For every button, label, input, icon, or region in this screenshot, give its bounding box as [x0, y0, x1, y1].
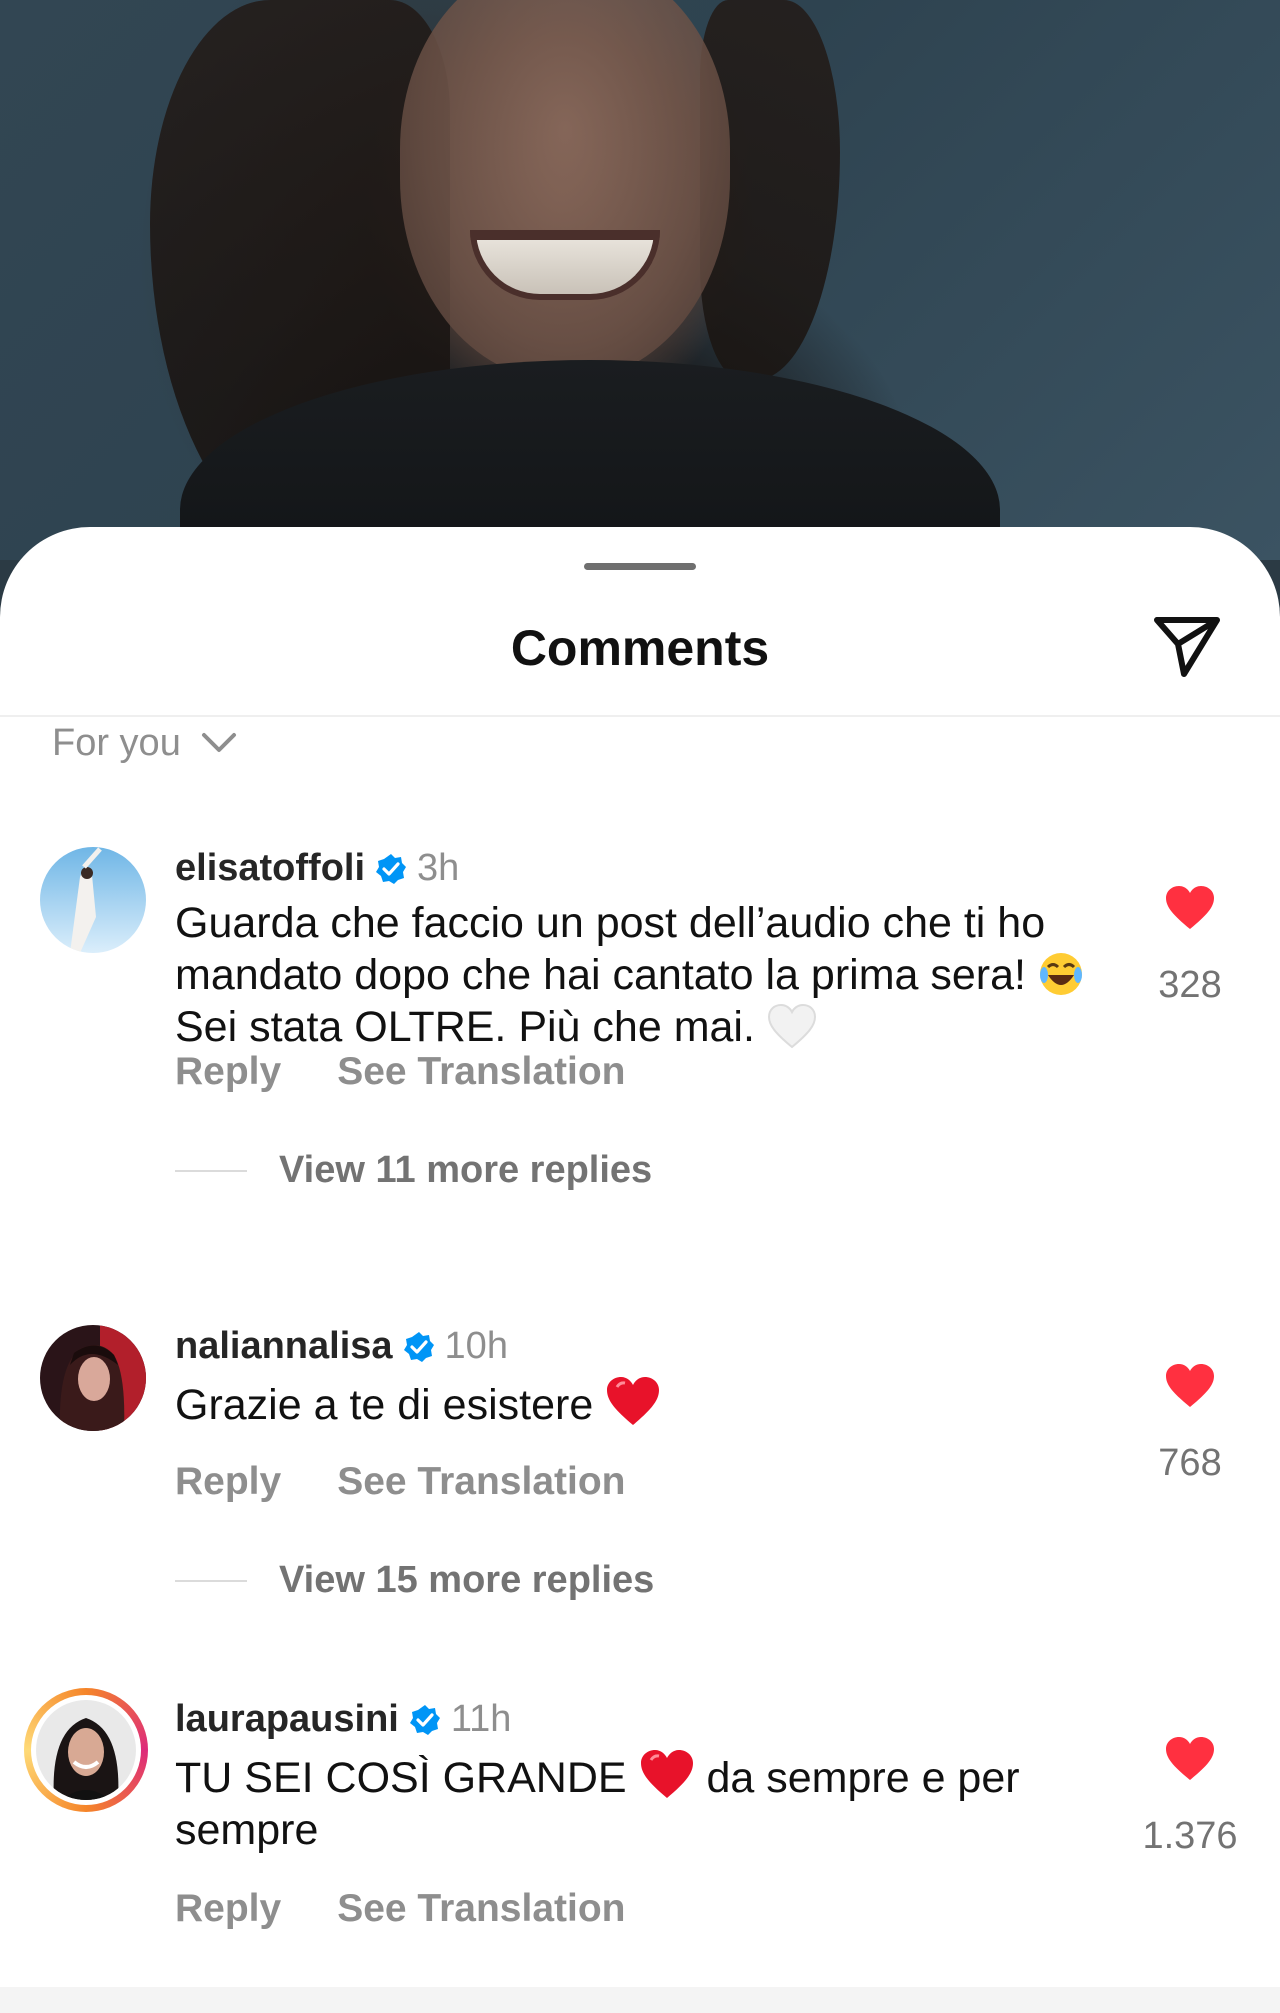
- like-button[interactable]: 1.376: [1130, 1736, 1250, 1858]
- post-photo: [0, 0, 1280, 560]
- red-heart-emoji-icon: [607, 1377, 660, 1425]
- bottom-bar: [0, 1987, 1280, 2013]
- sheet-title: Comments: [510, 620, 770, 676]
- replies-line: [175, 1169, 247, 1172]
- see-translation-button[interactable]: See Translation: [337, 1460, 625, 1504]
- chevron-down-icon: [201, 733, 236, 752]
- comment-username[interactable]: elisatoffoli: [175, 847, 365, 890]
- reply-button[interactable]: Reply: [175, 1050, 281, 1094]
- comment-time: 10h: [444, 1325, 508, 1367]
- comment-time: 11h: [450, 1698, 512, 1740]
- sort-label: For you: [52, 721, 181, 764]
- heart-filled-icon: [1166, 886, 1214, 929]
- like-count: 328: [1158, 964, 1222, 1006]
- red-heart-emoji-icon: [640, 1750, 693, 1798]
- like-count: 1.376: [1142, 1815, 1238, 1857]
- reply-button[interactable]: Reply: [175, 1887, 281, 1931]
- verified-badge-icon: [409, 1704, 440, 1735]
- white-heart-emoji-icon: [767, 1003, 816, 1049]
- verified-badge-icon: [376, 853, 407, 884]
- sort-dropdown[interactable]: For you: [52, 713, 237, 773]
- see-translation-button[interactable]: See Translation: [337, 1887, 625, 1931]
- avatar[interactable]: [40, 1325, 146, 1431]
- reply-button[interactable]: Reply: [175, 1460, 281, 1504]
- comment-text: Guarda che faccio un post dell’audio che…: [175, 897, 1085, 1053]
- share-button[interactable]: [1148, 605, 1226, 683]
- sheet-grabber[interactable]: [584, 563, 696, 570]
- see-translation-button[interactable]: See Translation: [337, 1050, 625, 1094]
- laughing-emoji-icon: [1039, 953, 1082, 995]
- verified-badge-icon: [403, 1331, 434, 1362]
- comment-text: Grazie a te di esistere: [175, 1375, 1085, 1431]
- heart-filled-icon: [1166, 1364, 1214, 1407]
- share-paper-plane-icon: [1154, 617, 1220, 677]
- view-replies-label: View 15 more replies: [279, 1559, 655, 1601]
- heart-filled-icon: [1166, 1737, 1214, 1780]
- comment-username[interactable]: laurapausini: [175, 1698, 399, 1741]
- view-replies-label: View 11 more replies: [279, 1149, 653, 1191]
- like-button[interactable]: 328: [1130, 885, 1250, 1007]
- comment-username[interactable]: naliannalisa: [175, 1325, 393, 1368]
- avatar-with-story-ring[interactable]: [24, 1688, 148, 1812]
- comment-time: 3h: [417, 847, 460, 889]
- replies-line: [175, 1579, 247, 1582]
- avatar[interactable]: [40, 847, 146, 953]
- like-count: 768: [1158, 1442, 1222, 1484]
- view-replies-button[interactable]: View 15 more replies: [175, 1559, 654, 1602]
- view-replies-button[interactable]: View 11 more replies: [175, 1149, 652, 1192]
- like-button[interactable]: 768: [1130, 1363, 1250, 1485]
- comments-sheet: Comments For you elisatoffoli 3h Guarda …: [0, 527, 1280, 2013]
- comment-text: TU SEI COSÌ GRANDE da sempre e per sempr…: [175, 1748, 1085, 1856]
